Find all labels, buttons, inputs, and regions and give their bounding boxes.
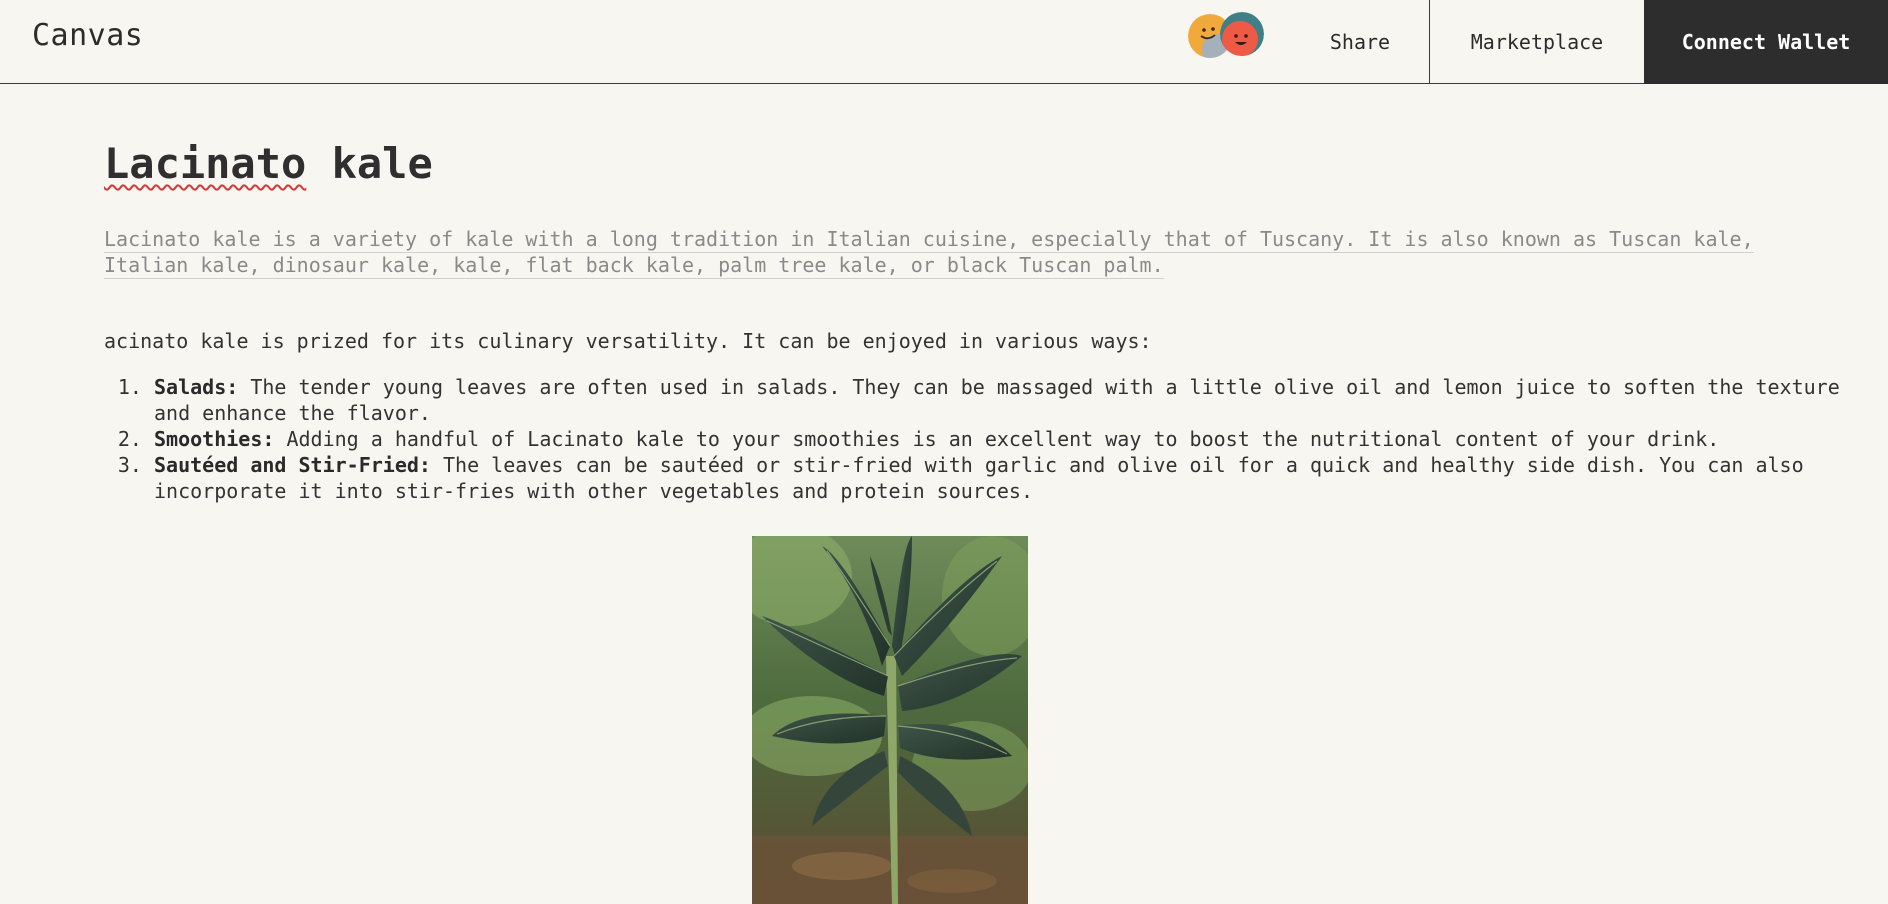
list-item-label: Sautéed and Stir-Fried: — [154, 453, 431, 477]
collaborator-avatars[interactable] — [1188, 12, 1268, 60]
uses-list: Salads: The tender young leaves are ofte… — [104, 374, 1844, 504]
list-item-text: Adding a handful of Lacinato kale to you… — [286, 427, 1720, 451]
connect-wallet-button[interactable]: Connect Wallet — [1644, 0, 1888, 84]
list-item[interactable]: Salads: The tender young leaves are ofte… — [154, 374, 1844, 426]
marketplace-link[interactable]: Marketplace — [1430, 0, 1644, 83]
article-body: Lacinato kale Lacinato kale is a variety… — [104, 136, 1840, 504]
lead-line-2: Italian kale, dinosaur kale, kale, flat … — [104, 253, 1164, 279]
kale-plant-image — [752, 536, 1028, 904]
lead-paragraph[interactable]: Lacinato kale is a variety of kale with … — [104, 226, 1764, 279]
top-navigation-bar: Canvas Share Marketplace Connect Wallet — [0, 0, 1888, 84]
lead-line-1: Lacinato kale is a variety of kale with … — [104, 227, 1754, 253]
list-item[interactable]: Smoothies: Adding a handful of Lacinato … — [154, 426, 1844, 452]
brand-logo[interactable]: Canvas — [32, 18, 143, 53]
intro-paragraph[interactable]: acinato kale is prized for its culinary … — [104, 328, 1754, 354]
page-title[interactable]: Lacinato kale — [104, 136, 1754, 192]
list-item[interactable]: Sautéed and Stir-Fried: The leaves can b… — [154, 452, 1844, 504]
avatar-red-smiley[interactable] — [1220, 12, 1264, 56]
share-button[interactable]: Share — [1290, 0, 1430, 83]
list-item-label: Smoothies: — [154, 427, 275, 451]
title-word: kale — [331, 139, 433, 188]
list-item-label: Salads: — [154, 375, 239, 399]
list-item-text: The tender young leaves are often used i… — [154, 375, 1840, 425]
title-word-misspelled: Lacinato — [104, 139, 307, 188]
